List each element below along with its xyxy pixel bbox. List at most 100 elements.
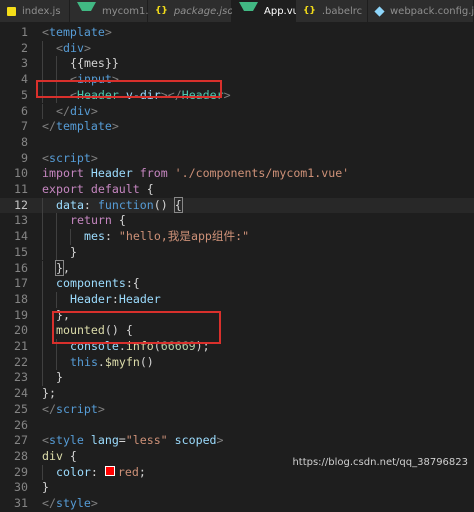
code-line[interactable]: 12 data: function() { xyxy=(0,198,474,214)
line-number: 15 xyxy=(0,245,28,261)
line-number: 26 xyxy=(0,418,28,434)
indent-guide xyxy=(42,213,43,229)
code-text: Header:Header xyxy=(70,292,161,308)
code-text: </template> xyxy=(42,119,119,135)
tab-mycom1-vue[interactable]: mycom1.vue xyxy=(70,0,148,22)
code-token: }; xyxy=(42,386,56,400)
code-line[interactable]: 7</template> xyxy=(0,119,474,135)
code-token: red xyxy=(118,465,139,479)
code-token: ></ xyxy=(161,88,182,102)
line-number: 9 xyxy=(0,151,28,167)
line-number: 1 xyxy=(0,25,28,41)
indent-guide xyxy=(42,72,43,88)
line-number: 10 xyxy=(0,166,28,182)
indent-guide xyxy=(42,339,43,355)
webpack-icon xyxy=(374,6,384,16)
code-line[interactable]: 30} xyxy=(0,480,474,496)
code-token: ( xyxy=(154,339,161,353)
code-text: console.info(66669); xyxy=(70,339,210,355)
code-line[interactable]: 20mounted() { xyxy=(0,323,474,339)
code-line[interactable]: 26 xyxy=(0,418,474,434)
code-line[interactable]: 4<input> xyxy=(0,72,474,88)
code-line[interactable]: 21console.info(66669); xyxy=(0,339,474,355)
code-line[interactable]: 2<div> xyxy=(0,41,474,57)
code-token: > xyxy=(112,72,119,86)
code-text: <div> xyxy=(56,41,91,57)
code-token: }, xyxy=(56,308,70,322)
code-token: div xyxy=(70,104,91,118)
code-line[interactable]: 8 xyxy=(0,135,474,151)
code-token: : xyxy=(84,198,98,212)
tab-package-json[interactable]: {}package.json xyxy=(148,0,232,22)
tab-app-vue[interactable]: App.vue× xyxy=(232,0,296,22)
code-token: scoped xyxy=(175,433,217,447)
vue-icon xyxy=(77,2,96,20)
code-line[interactable]: 25</script> xyxy=(0,402,474,418)
line-number: 28 xyxy=(0,449,28,465)
code-token: return xyxy=(70,213,112,227)
line-number: 17 xyxy=(0,276,28,292)
code-line[interactable]: 11export default { xyxy=(0,182,474,198)
code-token: { xyxy=(175,198,182,212)
code-line[interactable]: 13return { xyxy=(0,213,474,229)
code-token: components xyxy=(56,276,126,290)
code-line[interactable]: 15} xyxy=(0,245,474,261)
code-token xyxy=(168,433,175,447)
code-line[interactable]: 1<template> xyxy=(0,25,474,41)
code-line[interactable]: 17components:{ xyxy=(0,276,474,292)
tab-label: webpack.config.js xyxy=(390,6,474,17)
code-text: <style lang="less" scoped> xyxy=(42,433,224,449)
code-line[interactable]: 19}, xyxy=(0,308,474,324)
code-text: data: function() { xyxy=(56,198,182,214)
indent-guide xyxy=(42,370,43,386)
code-text: </script> xyxy=(42,402,105,418)
code-line[interactable]: 31</style> xyxy=(0,496,474,512)
code-line[interactable]: 23} xyxy=(0,370,474,386)
code-line[interactable]: 14mes: "hello,我是app组件:" xyxy=(0,229,474,245)
code-token: Header xyxy=(182,88,224,102)
code-token: , xyxy=(63,261,70,275)
line-number: 30 xyxy=(0,480,28,496)
code-line[interactable]: 5<Header v-dir></Header> xyxy=(0,88,474,104)
code-token: style xyxy=(49,433,84,447)
code-line[interactable]: 9 <script> xyxy=(0,151,474,167)
code-token: function xyxy=(98,198,154,212)
json-icon: {} xyxy=(155,6,168,16)
code-line[interactable]: 18Header:Header xyxy=(0,292,474,308)
indent-guide xyxy=(42,198,43,214)
tab-babelrc[interactable]: {}.babelrc xyxy=(296,0,368,22)
code-line[interactable]: 27<style lang="less" scoped> xyxy=(0,433,474,449)
code-line[interactable]: 24}; xyxy=(0,386,474,402)
code-line[interactable]: 22this.$myfn() xyxy=(0,355,474,371)
code-token xyxy=(84,433,91,447)
code-text: <script> xyxy=(42,151,98,167)
code-text: import Header from './components/mycom1.… xyxy=(42,166,349,182)
code-line[interactable]: 10 import Header from './components/mycom… xyxy=(0,166,474,182)
code-text: } xyxy=(70,245,77,261)
code-token: > xyxy=(98,402,105,416)
js-icon xyxy=(7,7,16,16)
code-token: 66669 xyxy=(161,339,196,353)
code-token: {{mes}} xyxy=(70,56,119,70)
code-token: </ xyxy=(56,104,70,118)
babel-icon: {} xyxy=(303,6,316,16)
line-number: 8 xyxy=(0,135,28,151)
vue-icon xyxy=(239,2,258,20)
code-token: < xyxy=(56,41,63,55)
code-token xyxy=(84,182,91,196)
code-token: = xyxy=(119,433,126,447)
code-line[interactable]: 16}, xyxy=(0,261,474,277)
code-token: div xyxy=(63,41,84,55)
line-number: 19 xyxy=(0,308,28,324)
code-editor[interactable]: 1<template>2<div>3{{mes}}4<input>5<Heade… xyxy=(0,22,474,471)
code-token: from xyxy=(140,166,168,180)
tab-webpack-config-js[interactable]: webpack.config.js xyxy=(368,0,474,22)
code-line[interactable]: 3{{mes}} xyxy=(0,56,474,72)
line-number: 29 xyxy=(0,465,28,481)
line-number: 12 xyxy=(0,198,28,214)
code-token: template xyxy=(49,25,105,39)
code-text: } xyxy=(56,370,63,386)
tab-index-js[interactable]: index.js xyxy=(0,0,70,22)
code-line[interactable]: 6</div> xyxy=(0,104,474,120)
code-token: </ xyxy=(42,119,56,133)
